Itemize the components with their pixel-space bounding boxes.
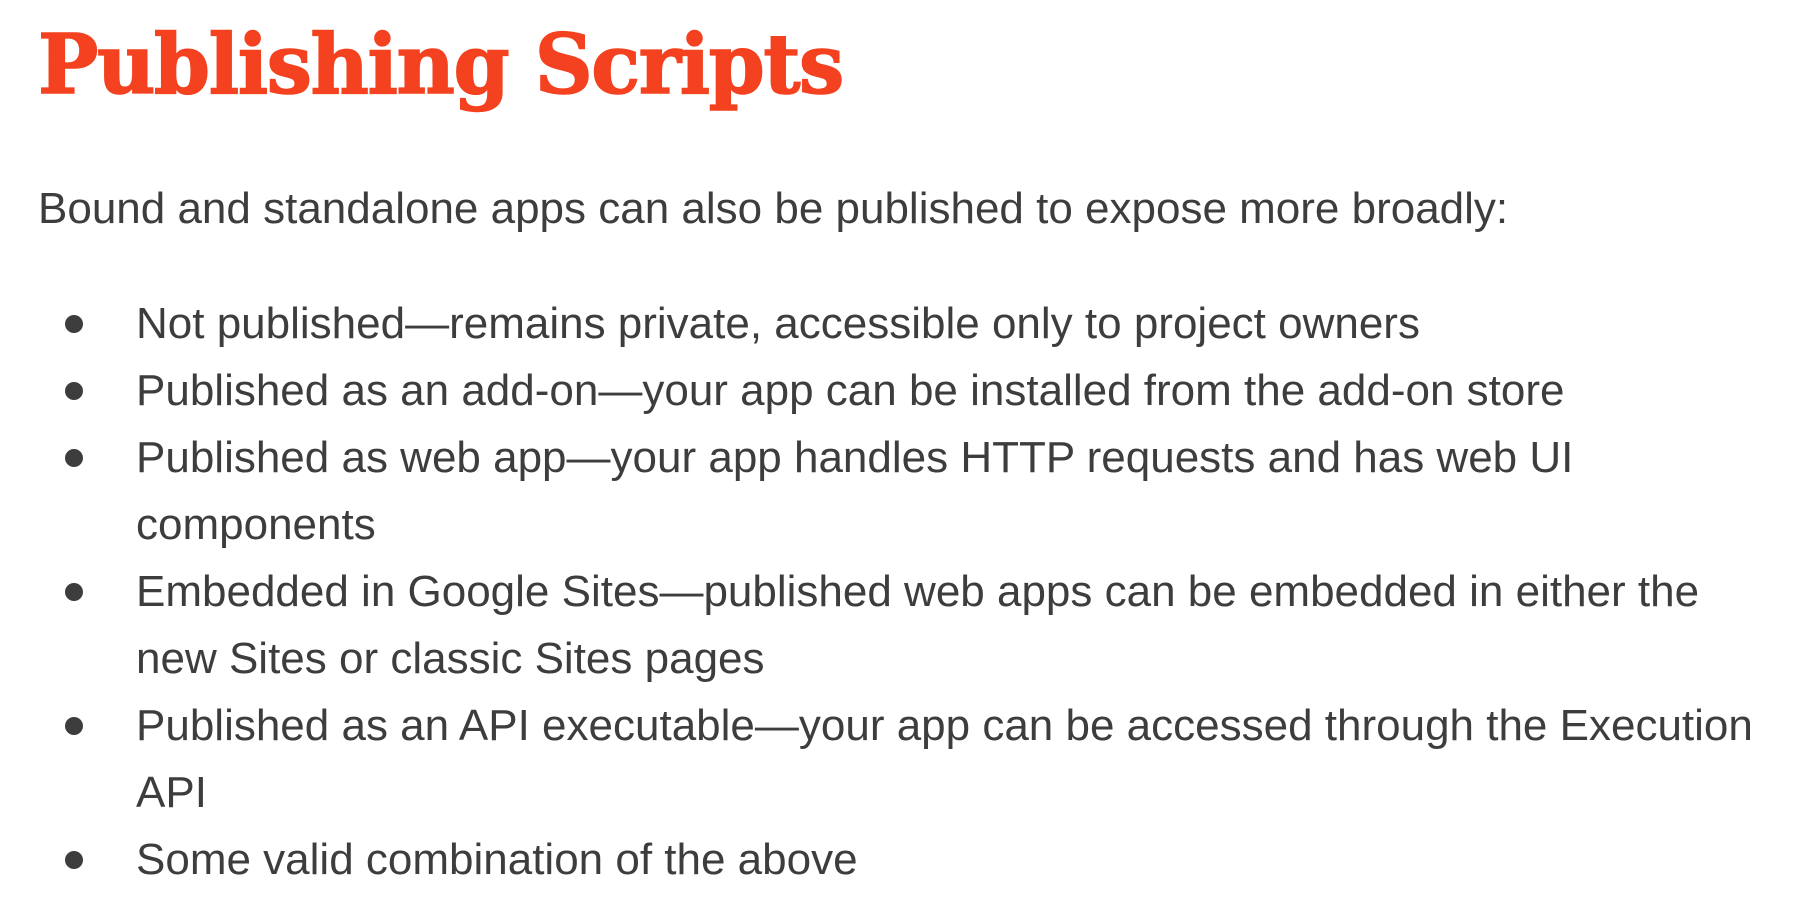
list-item: Published as an add-on—your app can be i…: [38, 357, 1778, 424]
list-item: Not published—remains private, accessibl…: [38, 290, 1778, 357]
bullet-text: Not published—remains private, accessibl…: [136, 299, 1420, 348]
intro-text: Bound and standalone apps can also be pu…: [38, 184, 1509, 233]
bullet-icon: [65, 717, 83, 735]
bullet-text: Some valid combination of the above: [136, 835, 858, 884]
bullet-icon: [65, 315, 83, 333]
list-item: Published as an API executable—your app …: [38, 692, 1778, 826]
list-item: Published as web app—your app handles HT…: [38, 424, 1778, 558]
slide: Publishing Scripts Bound and standalone …: [0, 0, 1810, 910]
bullet-text: Embedded in Google Sites—published web a…: [136, 567, 1700, 683]
list-item: Some valid combination of the above: [38, 826, 1778, 893]
bullet-text: Published as an add-on—your app can be i…: [136, 366, 1565, 415]
bullet-icon: [65, 583, 83, 601]
bullet-icon: [65, 382, 83, 400]
bullet-icon: [65, 449, 83, 467]
bullet-text: Published as an API executable—your app …: [136, 701, 1753, 817]
list-item: Embedded in Google Sites—published web a…: [38, 558, 1778, 692]
slide-title: Publishing Scripts: [37, 17, 845, 113]
bullet-icon: [65, 851, 83, 869]
bullet-text: Published as web app—your app handles HT…: [136, 433, 1574, 549]
bullet-list: Not published—remains private, accessibl…: [38, 290, 1778, 893]
